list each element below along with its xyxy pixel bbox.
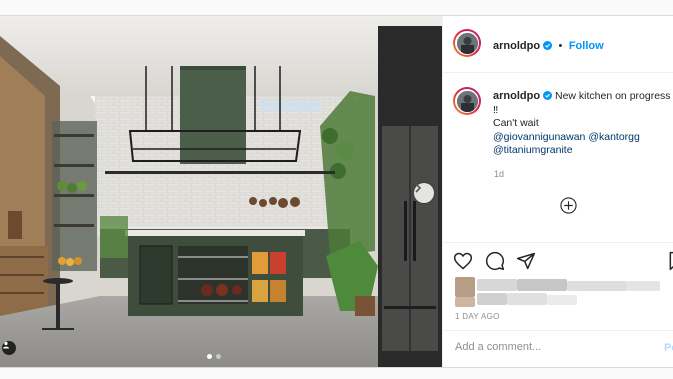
carousel-dot-active xyxy=(207,354,212,359)
chevron-right-icon xyxy=(415,183,422,193)
header-username[interactable]: arnoldpo xyxy=(493,40,540,52)
verified-badge-icon xyxy=(543,91,553,100)
post-date[interactable]: 1 DAY AGO xyxy=(455,312,500,321)
user-icon xyxy=(3,341,9,349)
share-icon[interactable] xyxy=(516,251,536,271)
comment-form: Po xyxy=(443,330,673,369)
follow-button[interactable]: Follow xyxy=(569,40,604,52)
avatar-photo xyxy=(456,32,478,54)
post-comment-button[interactable]: Po xyxy=(664,342,673,354)
mention-link[interactable]: @giovannigunawan xyxy=(493,131,585,143)
tagged-users-button[interactable] xyxy=(2,341,16,355)
post-image[interactable] xyxy=(0,16,442,367)
post-frame: arnoldpo • Follow arnoldpo New kitchen o… xyxy=(0,15,673,368)
likes-summary-blurred xyxy=(455,277,660,309)
avatar[interactable] xyxy=(453,29,481,57)
comment-input[interactable] xyxy=(455,341,635,353)
carousel-dot xyxy=(216,354,221,359)
save-bookmark-icon[interactable] xyxy=(667,251,673,271)
post-sidebar: arnoldpo • Follow arnoldpo New kitchen o… xyxy=(442,16,673,367)
header-separator: • xyxy=(558,40,563,52)
comment-icon[interactable] xyxy=(485,251,505,271)
verified-badge-icon xyxy=(543,41,553,50)
avatar-photo xyxy=(456,90,478,112)
caption-text-line1: New kitchen on progress xyxy=(554,90,671,102)
post-caption: arnoldpo New kitchen on progress ‼ Can't… xyxy=(493,90,671,158)
caption-text-line3: Can't wait xyxy=(493,117,539,129)
load-more-comments-icon[interactable] xyxy=(560,197,577,214)
like-heart-icon[interactable] xyxy=(453,251,473,271)
mention-link[interactable]: @kantorgg xyxy=(588,131,640,143)
kitchen-photo xyxy=(0,16,442,367)
carousel-indicator xyxy=(207,354,221,359)
next-image-button[interactable] xyxy=(414,183,434,203)
post-actions: 1 DAY AGO Po xyxy=(443,242,673,368)
caption-username[interactable]: arnoldpo xyxy=(493,90,540,102)
mention-link[interactable]: @titaniumgranite xyxy=(493,144,573,156)
caption-text-line2: ‼ xyxy=(493,103,499,116)
caption-avatar[interactable] xyxy=(453,87,481,115)
caption-age[interactable]: 1d xyxy=(494,169,504,179)
post-header: arnoldpo • Follow xyxy=(443,16,673,73)
